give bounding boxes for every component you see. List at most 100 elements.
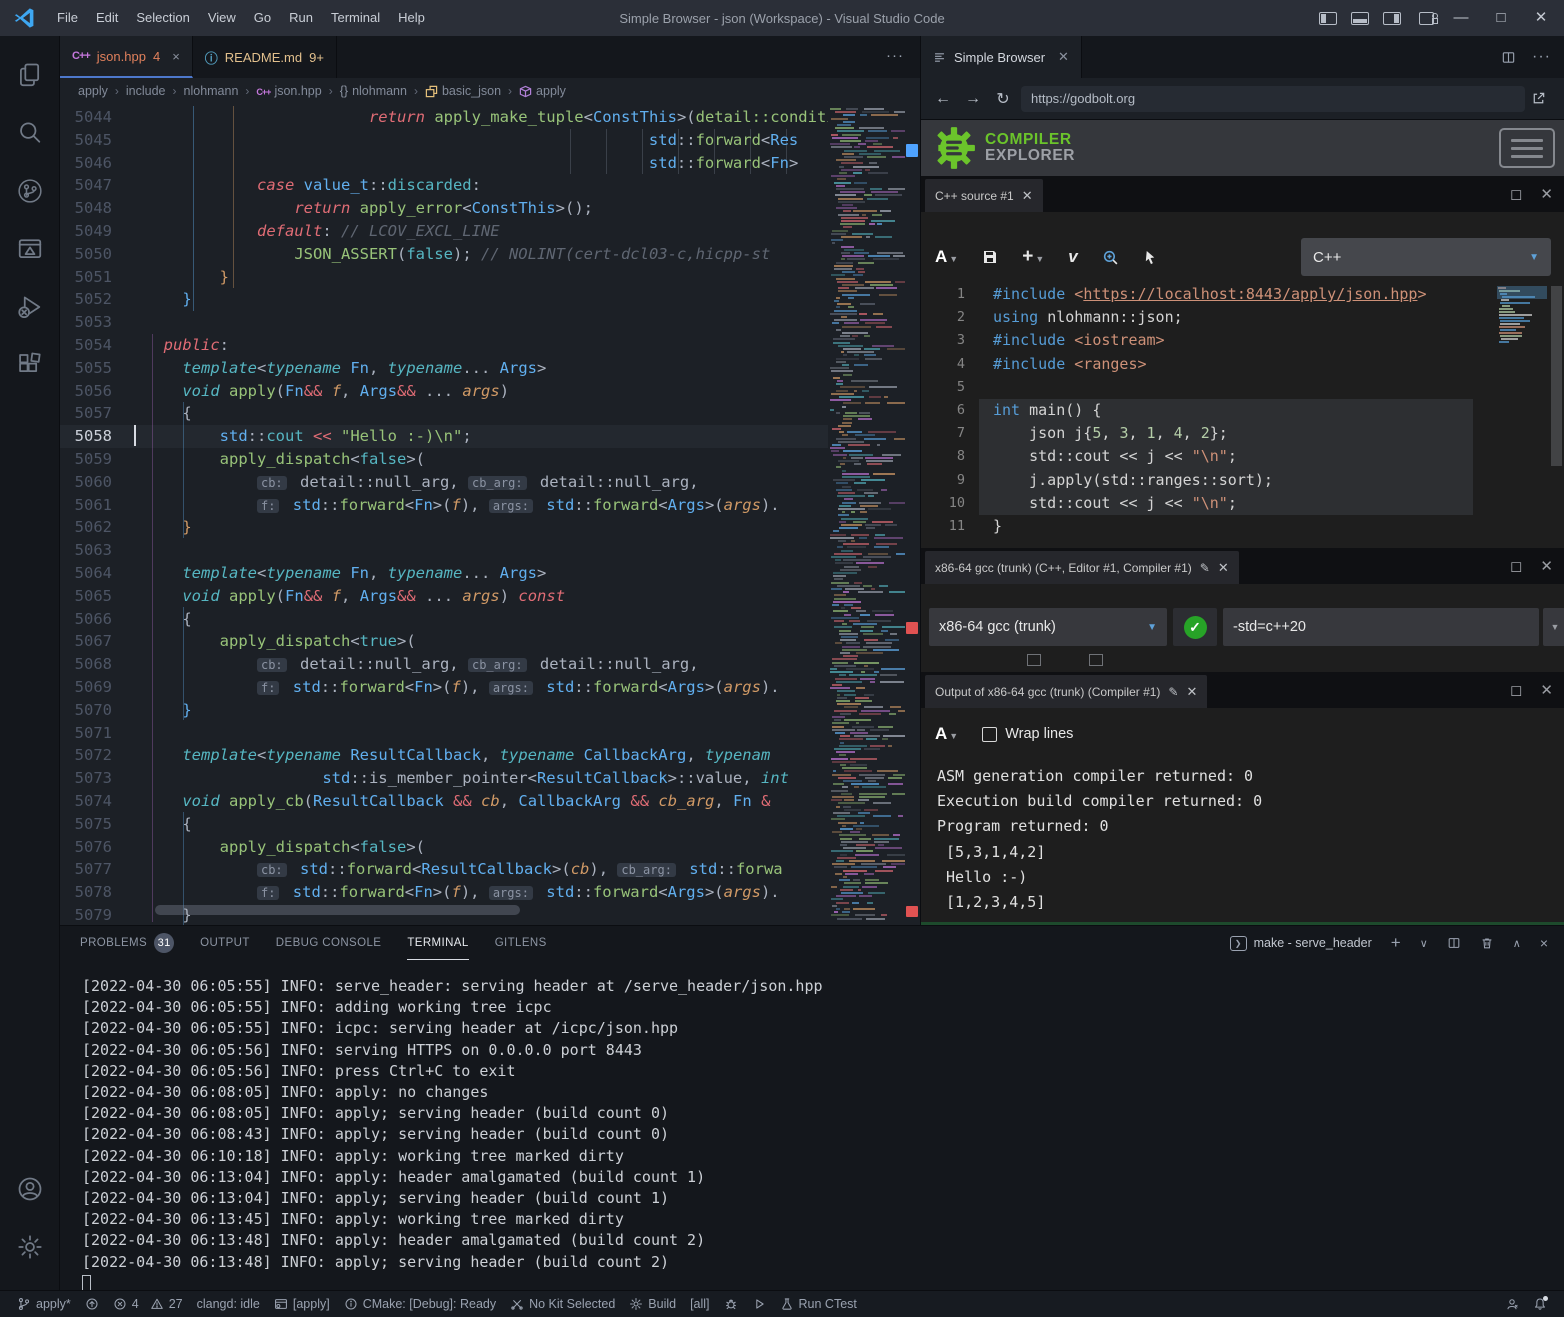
rename-icon[interactable]: ✎ [1168,685,1178,699]
source-pane-tab[interactable]: C++ source #1✕ [925,179,1043,212]
sidebar-item-explorer-icon[interactable] [6,50,54,100]
maximize-pane-icon[interactable]: ◻ [1510,557,1522,575]
menu-terminal[interactable]: Terminal [322,0,389,36]
back-icon[interactable]: ← [931,90,955,108]
forward-icon[interactable]: → [961,90,985,108]
compiler-explorer-wordmark[interactable]: COMPILER EXPLORER [985,132,1075,164]
close-pane-icon[interactable]: ✕ [1540,557,1553,575]
status-item-cmake-debug-ready[interactable]: CMake: [Debug]: Ready [337,1291,503,1317]
terminal-dropdown-icon[interactable]: ∨ [1420,937,1428,950]
kill-terminal-icon[interactable] [1480,936,1494,950]
editor-tab-README.md[interactable]: ⓘREADME.md9+ [193,36,337,78]
options-dropdown-icon[interactable]: ▼ [1543,608,1564,646]
rename-icon[interactable]: ✎ [1200,561,1210,575]
close-pane-icon[interactable]: ✕ [1540,185,1553,203]
panel-tab-problems[interactable]: PROBLEMS31 [80,926,174,960]
menu-run[interactable]: Run [280,0,322,36]
status-item-build[interactable]: Build [622,1291,683,1317]
panel-tab-output[interactable]: OUTPUT [200,926,250,960]
panel-tab-debug-console[interactable]: DEBUG CONSOLE [276,926,382,960]
tab-simple-browser[interactable]: Simple Browser ✕ [921,36,1082,78]
sidebar-item-source-control-icon[interactable] [6,166,54,216]
tab-actions-more-icon[interactable]: ··· [870,36,920,78]
font-size-icon[interactable]: A▼ [935,724,958,744]
panel-tab-gitlens[interactable]: GITLENS [495,926,547,960]
godbolt-scrollbar[interactable] [1551,286,1562,466]
godbolt-code[interactable]: 1#include <https://localhost:8443/apply/… [921,283,1551,545]
save-icon[interactable] [982,249,998,265]
terminal-content[interactable]: [2022-04-30 06:05:55] INFO: serve_header… [60,960,1564,1291]
more-actions-icon[interactable]: ··· [1532,48,1551,66]
reload-icon[interactable]: ↻ [991,89,1015,109]
status-item-4[interactable]: 427 [106,1291,190,1317]
add-icon[interactable]: +▼ [1022,246,1044,268]
close-button[interactable]: ✕ [1528,0,1554,36]
menu-file[interactable]: File [48,0,87,36]
maximize-pane-icon[interactable]: ◻ [1510,185,1522,203]
close-panel-icon[interactable]: × [1540,935,1548,951]
breadcrumb-item-nlohmann[interactable]: nlohmann [184,84,239,98]
split-editor-icon[interactable] [1501,50,1516,65]
close-icon[interactable]: ✕ [1218,560,1229,576]
maximize-button[interactable]: □ [1488,0,1514,36]
open-external-icon[interactable] [1531,91,1555,106]
close-tab-icon[interactable]: × [172,49,180,64]
breadcrumb[interactable]: apply›include›nlohmann›C++json.hpp›{}nlo… [60,78,920,104]
compiler-pane-tab[interactable]: x86-64 gcc (trunk) (C++, Editor #1, Comp… [925,551,1239,584]
toggle-sidebar-icon[interactable] [1319,12,1337,25]
status-item-no-kit-selected[interactable]: No Kit Selected [503,1291,622,1317]
breadcrumb-item-json.hpp[interactable]: C++json.hpp [256,84,321,98]
terminal-picker[interactable]: ❯ make - serve_header [1230,936,1372,951]
minimap[interactable] [828,104,905,925]
status-item[interactable] [78,1291,106,1317]
toggle-secondary-sidebar-icon[interactable] [1383,12,1401,25]
minimize-button[interactable]: — [1448,0,1474,36]
status-item--all-[interactable]: [all] [683,1291,716,1317]
split-terminal-icon[interactable] [1447,936,1461,950]
breadcrumb-item-basic_json[interactable]: basic_json [425,84,501,98]
status-person-button[interactable] [1498,1291,1526,1317]
maximize-panel-icon[interactable]: ∧ [1513,937,1521,950]
font-size-icon[interactable]: A▼ [935,247,958,267]
new-terminal-icon[interactable]: + [1391,933,1401,953]
compiler-select[interactable]: x86-64 gcc (trunk) ▼ [929,608,1167,646]
accounts-icon[interactable] [6,1164,54,1214]
status-item-clangd-idle[interactable]: clangd: idle [190,1291,267,1317]
status-item-run-ctest[interactable]: Run CTest [773,1291,864,1317]
status-bell-button[interactable] [1526,1291,1554,1317]
close-icon[interactable]: ✕ [1022,188,1033,204]
breadcrumb-item-include[interactable]: include [126,84,166,98]
menu-edit[interactable]: Edit [87,0,127,36]
close-tab-icon[interactable]: ✕ [1058,49,1069,65]
horizontal-scrollbar[interactable] [155,905,520,915]
breadcrumb-item-apply[interactable]: apply [519,84,566,98]
output-pane-tab[interactable]: Output of x86-64 gcc (trunk) (Compiler #… [925,675,1207,708]
hamburger-menu-icon[interactable] [1499,128,1555,168]
toggle-panel-icon[interactable] [1351,12,1369,25]
code-editor[interactable]: 5044 return apply_make_tuple<ConstThis>(… [60,104,828,925]
status-item[interactable] [717,1291,745,1317]
menu-help[interactable]: Help [389,0,434,36]
maximize-pane-icon[interactable]: ◻ [1510,681,1522,699]
compiler-options-input[interactable]: -std=c++20 [1223,608,1539,646]
panel-tab-terminal[interactable]: TERMINAL [407,926,468,960]
customize-layout-icon[interactable] [1419,12,1434,25]
close-icon[interactable]: ✕ [1186,684,1197,700]
zoom-icon[interactable] [1102,249,1119,266]
sidebar-item-extensions-icon[interactable] [6,340,54,390]
status-item-apply-[interactable]: apply* [10,1291,78,1317]
breadcrumb-item-nlohmann[interactable]: {}nlohmann [340,84,407,98]
godbolt-minimap[interactable] [1497,286,1547,344]
sidebar-item-search-icon[interactable] [6,108,54,158]
menu-selection[interactable]: Selection [127,0,198,36]
editor-tab-json.hpp[interactable]: C++json.hpp4× [60,36,193,78]
vim-mode-icon[interactable]: v [1068,247,1077,267]
breadcrumb-item-apply[interactable]: apply [78,84,108,98]
wrap-lines-checkbox[interactable]: Wrap lines [982,726,1073,742]
sidebar-item-run-preview-icon[interactable] [6,224,54,274]
menu-go[interactable]: Go [245,0,280,36]
menu-view[interactable]: View [199,0,245,36]
status-item--apply-[interactable]: [apply] [267,1291,337,1317]
status-item[interactable] [745,1291,773,1317]
sidebar-item-run-and-debug-icon[interactable] [6,282,54,332]
